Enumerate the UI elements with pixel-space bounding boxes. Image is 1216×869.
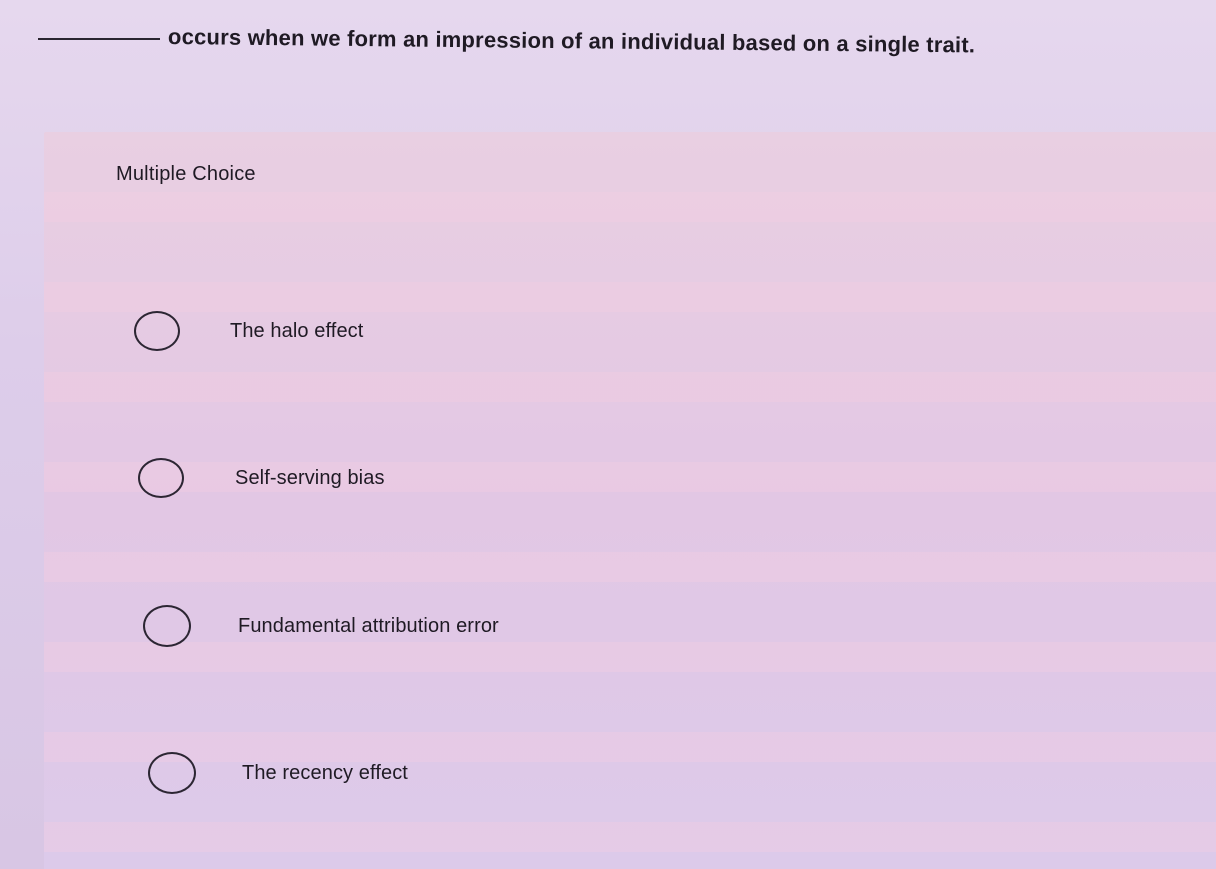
option-1[interactable]: The halo effect [134, 311, 363, 351]
option-4[interactable]: The recency effect [148, 752, 408, 794]
option-label: The halo effect [230, 319, 364, 342]
radio-button[interactable] [148, 752, 196, 794]
option-label: Self-serving bias [235, 466, 385, 489]
radio-button[interactable] [138, 458, 184, 498]
question-text: occurs when we form an impression of an … [167, 24, 976, 58]
option-3[interactable]: Fundamental attribution error [143, 605, 499, 647]
radio-button[interactable] [134, 311, 180, 351]
question: occurs when we form an impression of an … [38, 14, 1188, 57]
radio-button[interactable] [143, 605, 191, 647]
answer-blank [38, 38, 160, 40]
multiple-choice-label: Multiple Choice [116, 163, 256, 185]
option-label: The recency effect [242, 761, 408, 784]
option-label: Fundamental attribution error [238, 614, 499, 637]
option-2[interactable]: Self-serving bias [138, 458, 385, 498]
